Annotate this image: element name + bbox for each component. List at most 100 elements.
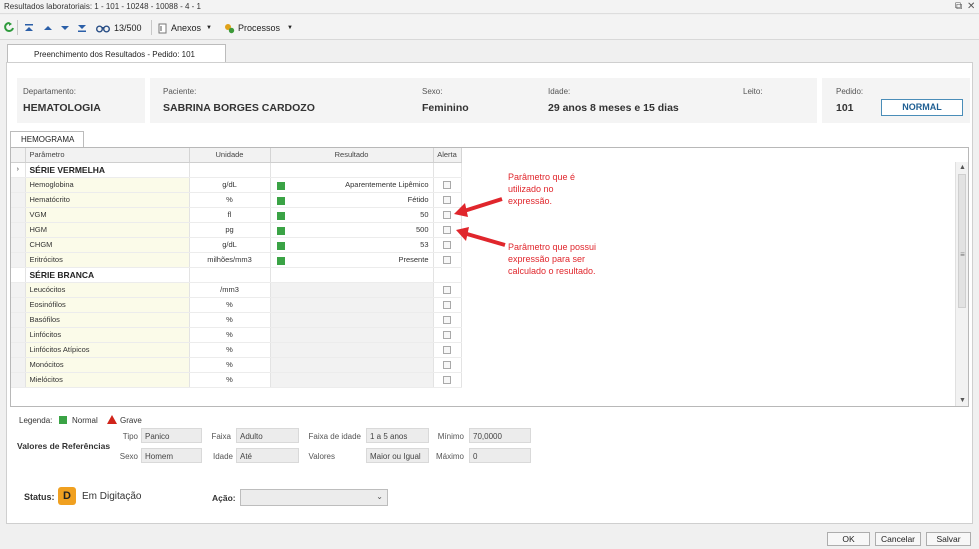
parameter-result[interactable] (270, 312, 434, 328)
acao-select[interactable]: ⌄ (240, 489, 388, 506)
table-row[interactable]: Hematócrito% Fétido (11, 192, 462, 208)
parameter-name: HGM (25, 222, 190, 238)
restore-window-icon[interactable]: ⧉ (955, 1, 962, 13)
normal-indicator-icon (276, 181, 285, 190)
parameter-result[interactable] (270, 327, 434, 343)
table-row[interactable]: Basófilos% (11, 312, 462, 328)
leito-label: Leito: (743, 87, 763, 96)
tab-strip: Preenchimento dos Resultados - Pedido: 1… (0, 41, 979, 64)
normal-indicator-icon (276, 211, 285, 220)
alert-cell (433, 372, 462, 388)
previous-record-icon[interactable] (43, 20, 53, 36)
table-row[interactable]: Mielócitos% (11, 372, 462, 388)
parameter-result[interactable]: 53 (270, 237, 434, 253)
cancelar-button[interactable]: Cancelar (875, 532, 921, 546)
faixa-idade-field: 1 a 5 anos (366, 428, 429, 443)
row-indicator (11, 282, 26, 298)
table-row[interactable]: Linfócitos Atípicos% (11, 342, 462, 358)
scroll-down-icon[interactable]: ▼ (956, 397, 968, 404)
last-record-icon[interactable] (77, 20, 87, 36)
scroll-up-icon[interactable]: ▲ (956, 164, 968, 171)
scrollbar-thumb[interactable] (958, 174, 966, 308)
row-indicator (11, 207, 26, 223)
parameter-name: Eritrócitos (25, 252, 190, 268)
parameter-result[interactable]: Fétido (270, 192, 434, 208)
parameter-result[interactable] (270, 282, 434, 298)
chevron-down-icon: ⌄ (376, 492, 383, 501)
parameter-result[interactable] (270, 372, 434, 388)
parameter-result[interactable]: Aparentemente Lipêmico (270, 177, 434, 193)
parameter-unit: % (189, 297, 271, 313)
alert-checkbox[interactable] (443, 346, 451, 354)
idade-ref-field: Até (236, 448, 299, 463)
section-name: SÉRIE VERMELHA (25, 162, 190, 178)
toolbar-separator (151, 20, 152, 35)
alert-checkbox[interactable] (443, 376, 451, 384)
faixa-idade-label: Faixa de idade (308, 432, 361, 441)
parameter-result[interactable]: Presente (270, 252, 434, 268)
alert-checkbox[interactable] (443, 301, 451, 309)
parameter-result-value: Presente (398, 255, 429, 264)
alert-checkbox[interactable] (443, 181, 451, 189)
table-row[interactable]: HGM pg 500 (11, 222, 462, 238)
alert-checkbox[interactable] (443, 286, 451, 294)
column-header-resultado[interactable]: Resultado (270, 148, 434, 163)
status-normal-badge: NORMAL (881, 99, 963, 116)
parameter-unit: g/dL (189, 177, 271, 193)
annotation-arrow-icon (456, 227, 506, 247)
parameter-result[interactable] (270, 357, 434, 373)
legend-grave-label: Grave (120, 416, 142, 425)
table-row[interactable]: Eritrócitos milhões/mm3 Presente (11, 252, 462, 268)
parameter-unit: % (189, 357, 271, 373)
alert-checkbox[interactable] (443, 331, 451, 339)
column-header-parametro[interactable]: Parâmetro (25, 148, 190, 163)
status-badge: D (58, 487, 76, 505)
table-row[interactable]: Linfócitos% (11, 327, 462, 343)
toolbar-separator (17, 20, 18, 35)
normal-indicator-icon (276, 226, 285, 235)
anexos-menu[interactable]: Anexos ▼ (158, 20, 212, 36)
parameter-name: Linfócitos Atípicos (25, 342, 190, 358)
parameter-result[interactable] (270, 297, 434, 313)
table-row[interactable]: Monócitos% (11, 357, 462, 373)
row-indicator-header (11, 148, 26, 163)
first-record-icon[interactable] (24, 20, 34, 36)
processos-menu[interactable]: Processos ▼ (224, 20, 293, 36)
parameter-name: Leucócitos (25, 282, 190, 298)
next-record-icon[interactable] (60, 20, 70, 36)
table-row[interactable]: Eosinófilos% (11, 297, 462, 313)
salvar-button[interactable]: Salvar (926, 532, 971, 546)
table-row[interactable]: CHGM g/dL 53 (11, 237, 462, 253)
results-grid: Parâmetro Unidade Resultado Alerta › SÉRI… (10, 147, 969, 407)
ok-button[interactable]: OK (827, 532, 870, 546)
alert-cell (433, 327, 462, 343)
grid-vertical-scrollbar[interactable]: ▲ ≡ ▼ (955, 162, 968, 406)
departamento-box (17, 78, 145, 123)
parameter-result[interactable] (270, 342, 434, 358)
column-header-unidade[interactable]: Unidade (189, 148, 271, 163)
alert-checkbox[interactable] (443, 361, 451, 369)
table-row[interactable]: Leucócitos/mm3 (11, 282, 462, 298)
legend-label: Legenda: (19, 416, 53, 425)
alert-checkbox[interactable] (443, 316, 451, 324)
gears-icon (225, 23, 235, 33)
close-window-icon[interactable]: ✕ (967, 1, 975, 13)
section-alert (433, 162, 462, 178)
find-record-icon[interactable] (96, 20, 110, 36)
parameter-result[interactable]: 500 (270, 222, 434, 238)
pedido-label: Pedido: (836, 87, 864, 96)
parameter-unit: % (189, 327, 271, 343)
table-row[interactable]: Hemoglobina g/dL Aparentemente Lipêmico (11, 177, 462, 193)
section-result (270, 162, 434, 178)
row-indicator (11, 312, 26, 328)
refresh-icon[interactable] (4, 20, 14, 36)
tab-hemograma[interactable]: HEMOGRAMA (10, 131, 84, 147)
column-header-alerta[interactable]: Alerta (433, 148, 462, 163)
paciente-label: Paciente: (163, 87, 197, 96)
alert-checkbox[interactable] (443, 256, 451, 264)
table-row[interactable]: VGM fl 50 (11, 207, 462, 223)
tab-preenchimento[interactable]: Preenchimento dos Resultados - Pedido: 1… (7, 44, 226, 64)
parameter-result[interactable]: 50 (270, 207, 434, 223)
tipo-label: Tipo (122, 432, 138, 441)
minimo-field: 70,0000 (469, 428, 531, 443)
